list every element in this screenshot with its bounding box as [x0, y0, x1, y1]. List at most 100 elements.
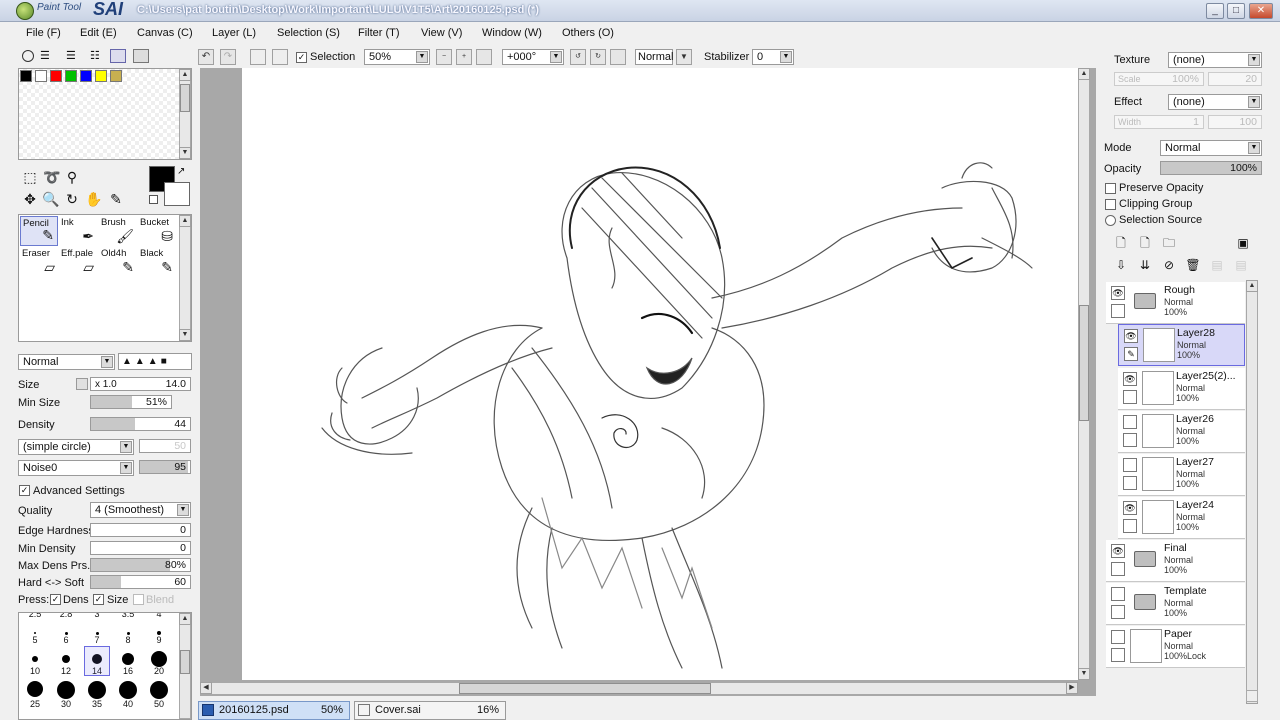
- layer-link-toggle[interactable]: [1123, 390, 1137, 404]
- clipping-group-checkbox[interactable]: [1105, 199, 1116, 210]
- move-icon[interactable]: ✥: [21, 190, 39, 208]
- scroll-thumb[interactable]: [459, 683, 711, 694]
- color-swatch[interactable]: [50, 70, 62, 82]
- layer-link-toggle[interactable]: [1123, 433, 1137, 447]
- eye-icon[interactable]: 👁: [1111, 286, 1125, 300]
- brush-size-dot[interactable]: [122, 653, 134, 665]
- zoom-icon[interactable]: 🔍: [42, 190, 60, 208]
- minimize-button[interactable]: _: [1206, 3, 1224, 19]
- scroll-thumb[interactable]: [1079, 305, 1089, 421]
- delete-layer-icon[interactable]: 🗑: [1184, 256, 1202, 274]
- color-swatch[interactable]: [80, 70, 92, 82]
- rect-select-icon[interactable]: ⬚: [21, 168, 39, 186]
- scroll-up-icon[interactable]: ▲: [179, 613, 191, 625]
- preserve-opacity-checkbox[interactable]: [1105, 183, 1116, 194]
- menu-edit[interactable]: Edit (E): [80, 27, 117, 39]
- brush-size-dot[interactable]: [88, 681, 106, 699]
- menu-layer[interactable]: Layer (L): [212, 27, 256, 39]
- brush-size-dot[interactable]: [62, 655, 70, 663]
- layer-row[interactable]: Layer27 Normal 100%: [1118, 454, 1245, 496]
- blend-mode-select[interactable]: Normal: [635, 49, 673, 65]
- quality-select[interactable]: 4 (Smoothest) ▼: [90, 502, 191, 518]
- resize-grip[interactable]: [1246, 690, 1258, 702]
- delete-mask-icon[interactable]: ▤: [1232, 256, 1250, 274]
- brush-eraser[interactable]: Eraser ▱: [20, 247, 58, 277]
- scroll-left-icon[interactable]: ◀: [200, 682, 212, 694]
- layer-row[interactable]: 👁 ✎ Layer28 Normal 100%: [1118, 324, 1245, 366]
- selection-checkbox[interactable]: ✓: [296, 52, 307, 63]
- color-swatch[interactable]: [95, 70, 107, 82]
- layer-row[interactable]: 👁 Layer24 Normal 100%: [1118, 497, 1245, 539]
- color-swatch[interactable]: [110, 70, 122, 82]
- scroll-up-icon[interactable]: ▲: [1246, 280, 1258, 292]
- scroll-up-icon[interactable]: ▲: [179, 69, 191, 81]
- brush-shape-select[interactable]: (simple circle) ▼: [18, 439, 134, 455]
- width-number[interactable]: 100: [1208, 115, 1262, 129]
- brush-size-dot[interactable]: [34, 632, 36, 634]
- scroll-down-icon[interactable]: ▼: [1078, 668, 1090, 680]
- brush-size-dot[interactable]: [57, 681, 75, 699]
- brush-effpale[interactable]: Eff.pale ▱: [59, 247, 97, 277]
- press-size-checkbox[interactable]: ✓: [93, 594, 104, 605]
- pencil-icon[interactable]: ✎: [1124, 347, 1138, 361]
- scroll-up-icon[interactable]: ▲: [179, 215, 191, 227]
- advanced-settings-checkbox[interactable]: ✓: [19, 485, 30, 496]
- menu-selection[interactable]: Selection (S): [277, 27, 340, 39]
- rotate-right-icon[interactable]: ↻: [590, 49, 606, 65]
- color-swatch[interactable]: [35, 70, 47, 82]
- new-layer-icon[interactable]: 🗋: [1112, 234, 1130, 252]
- menu-window[interactable]: Window (W): [482, 27, 542, 39]
- texture-strength[interactable]: 95: [139, 460, 191, 474]
- layer-link-toggle[interactable]: [1123, 519, 1137, 533]
- brush-texture-select[interactable]: Noise0 ▼: [18, 460, 134, 476]
- brush-brush[interactable]: Brush 🖌: [99, 216, 137, 246]
- stabilizer-select[interactable]: 0 ▼: [752, 49, 794, 65]
- apply-mask-icon[interactable]: ▤: [1208, 256, 1226, 274]
- deselect-icon[interactable]: [250, 49, 266, 65]
- lasso-icon[interactable]: ➰: [43, 168, 61, 186]
- shape-strength[interactable]: 50: [139, 439, 191, 453]
- layer-row[interactable]: 👁 Final Normal 100%: [1106, 540, 1245, 582]
- eye-icon[interactable]: [1111, 587, 1125, 601]
- press-blend-checkbox[interactable]: [133, 594, 144, 605]
- redo-icon[interactable]: ↷: [220, 49, 236, 65]
- layer-row[interactable]: Paper Normal 100%Lock: [1106, 626, 1245, 668]
- swatch-grid-icon[interactable]: [110, 49, 126, 63]
- clear-layer-icon[interactable]: ⊘: [1160, 256, 1178, 274]
- secondary-color[interactable]: [164, 182, 190, 206]
- close-button[interactable]: ✕: [1249, 3, 1273, 19]
- scroll-right-icon[interactable]: ▶: [1066, 682, 1078, 694]
- scratchpad-icon[interactable]: [133, 49, 149, 63]
- canvas-paper[interactable]: [242, 68, 1078, 680]
- eye-icon[interactable]: [1123, 415, 1137, 429]
- brush-size-dot[interactable]: [32, 656, 38, 662]
- merge-down-icon[interactable]: ⇊: [1136, 256, 1154, 274]
- scale-number[interactable]: 20: [1208, 72, 1262, 86]
- eyedropper-icon[interactable]: ✎: [107, 190, 125, 208]
- eye-icon[interactable]: 👁: [1123, 372, 1137, 386]
- zoom-select[interactable]: 50% ▼: [364, 49, 430, 65]
- layer-row[interactable]: 👁 Rough Normal 100%: [1106, 282, 1245, 324]
- new-linework-icon[interactable]: 🗋: [1136, 234, 1154, 252]
- eye-icon[interactable]: 👁: [1111, 544, 1125, 558]
- size-slider[interactable]: x 1.0 14.0: [90, 377, 191, 391]
- eye-icon[interactable]: [1123, 458, 1137, 472]
- size-lock-icon[interactable]: [76, 378, 88, 390]
- maximize-button[interactable]: □: [1227, 3, 1245, 19]
- magic-wand-icon[interactable]: ⚲: [63, 168, 81, 186]
- density-slider[interactable]: 44: [90, 417, 191, 431]
- menu-filter[interactable]: Filter (T): [358, 27, 400, 39]
- selection-source-radio[interactable]: [1105, 215, 1116, 226]
- layer-row[interactable]: 👁 Layer25(2)... Normal 100%: [1118, 368, 1245, 410]
- min-size-slider[interactable]: 51%: [90, 395, 172, 409]
- layer-row[interactable]: Layer26 Normal 100%: [1118, 411, 1245, 453]
- color-swatch[interactable]: [65, 70, 77, 82]
- invert-selection-icon[interactable]: [272, 49, 288, 65]
- document-tab-active[interactable]: 20160125.psd 50%: [198, 701, 350, 720]
- effect-select[interactable]: (none) ▼: [1168, 94, 1262, 110]
- brush-size-dot[interactable]: [27, 681, 43, 697]
- press-dens-checkbox[interactable]: ✓: [50, 594, 61, 605]
- new-folder-icon[interactable]: 🗀: [1160, 234, 1178, 252]
- brush-bucket[interactable]: Bucket ⛁: [138, 216, 176, 246]
- layer-mask-icon[interactable]: ▣: [1234, 234, 1252, 252]
